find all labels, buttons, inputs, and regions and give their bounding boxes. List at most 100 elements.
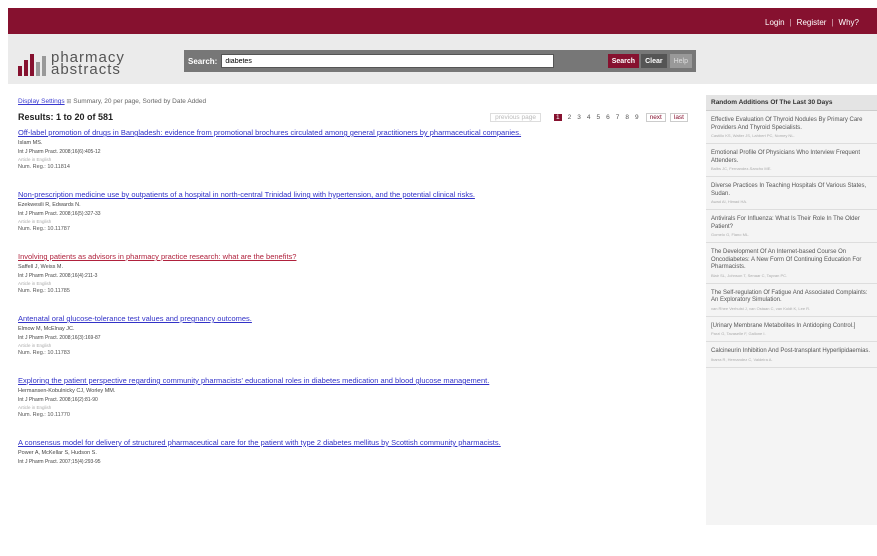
sidebar-item-authors: Gomelo G, Flano ML. xyxy=(711,232,750,237)
last-page-button[interactable]: last xyxy=(669,112,688,122)
result-language: Article in English xyxy=(18,219,52,224)
result-citation: Int J Pharm Pract. 2008;16(6):405-12 xyxy=(18,149,101,155)
result-authors: Islam MS. xyxy=(18,140,43,146)
result-item: Non-prescription medicine use by outpati… xyxy=(18,190,688,232)
result-reg-number: Num. Reg.: 10.11814 xyxy=(18,164,70,170)
help-button[interactable]: Help xyxy=(669,54,692,68)
sidebar-item-authors: Awad AI, Himad HA. xyxy=(711,199,748,204)
sidebar-item[interactable]: Calcineurin Inhibition And Post-transpla… xyxy=(706,342,877,368)
result-authors: Hermansen-Kobulnicky CJ, Worley MM. xyxy=(18,388,116,394)
result-language: Article in English xyxy=(18,281,52,286)
sidebar-item-authors: Blair SL, Johnson T, Senaar C, Tayvan PC… xyxy=(711,272,788,278)
page-link[interactable]: 2 xyxy=(568,114,572,121)
result-citation: Int J Pharm Pract. 2007;15(4):293-95 xyxy=(18,459,101,465)
results-header: Results: 1 to 20 of 581 previous page 1 … xyxy=(18,112,688,122)
sidebar-item[interactable]: Emotional Profile Of Physicians Who Inte… xyxy=(706,144,877,177)
search-label: Search: xyxy=(188,56,218,66)
top-links: Login | Register | Why? xyxy=(765,18,859,27)
result-title-link[interactable]: Involving patients as advisors in pharma… xyxy=(18,252,688,261)
prev-page-button[interactable]: previous page xyxy=(490,112,541,122)
separator: | xyxy=(789,18,792,27)
result-authors: Power A, McKellar S, Hudson S. xyxy=(18,450,97,456)
site-logo[interactable]: pharmacy abstracts xyxy=(18,46,125,78)
results-count: Results: 1 to 20 of 581 xyxy=(18,112,114,122)
result-language: Article in English xyxy=(18,405,52,410)
result-authors: Saffell J, Weiss M. xyxy=(18,264,64,270)
sidebar-item-authors: Castillo KS, Walter JS, Lahbert PC, Nome… xyxy=(711,133,795,138)
result-citation: Int J Pharm Pract. 2008;16(2):81-90 xyxy=(18,397,98,403)
result-item: A consensus model for delivery of struct… xyxy=(18,438,688,465)
sidebar-item[interactable]: Effective Evaluation Of Thyroid Nodules … xyxy=(706,111,877,144)
result-reg-number: Num. Reg.: 10.11770 xyxy=(18,412,70,418)
header: pharmacy abstracts Search: Search Clear … xyxy=(8,34,877,84)
display-settings: Display Settings ⊞ Summary, 20 per page,… xyxy=(18,98,688,105)
results-list: Off-label promotion of drugs in Banglade… xyxy=(18,128,688,465)
result-title-link[interactable]: Antenatal oral glucose-tolerance test va… xyxy=(18,314,688,323)
sidebar-item[interactable]: Antivirals For Influenza: What Is Their … xyxy=(706,210,877,243)
pagination: previous page 1 2 3 4 5 6 7 8 9 next las… xyxy=(490,112,688,122)
sidebar-item-title[interactable]: Diverse Practices In Teaching Hospitals … xyxy=(711,183,872,198)
page-link[interactable]: 4 xyxy=(587,114,591,121)
result-title-link[interactable]: A consensus model for delivery of struct… xyxy=(18,438,688,447)
logo-line2: abstracts xyxy=(51,61,121,78)
page-link[interactable]: 9 xyxy=(635,114,639,121)
result-item: Involving patients as advisors in pharma… xyxy=(18,252,688,294)
search-bar: Search: Search Clear Help xyxy=(184,50,696,72)
sidebar-list: Effective Evaluation Of Thyroid Nodules … xyxy=(706,111,877,368)
sidebar-item-title[interactable]: Calcineurin Inhibition And Post-transpla… xyxy=(711,348,872,356)
sidebar-item[interactable]: Diverse Practices In Teaching Hospitals … xyxy=(706,177,877,210)
result-citation: Int J Pharm Pract. 2008;16(4):211-3 xyxy=(18,273,98,279)
random-additions-sidebar: Random Additions Of The Last 30 Days Eff… xyxy=(706,95,877,525)
separator: | xyxy=(831,18,834,27)
display-summary: Summary, 20 per page, Sorted by Date Add… xyxy=(73,98,207,105)
logo-bars-icon xyxy=(18,54,46,76)
result-title-link[interactable]: Non-prescription medicine use by outpati… xyxy=(18,190,688,199)
sidebar-item[interactable]: The Development Of An Internet-based Cou… xyxy=(706,243,877,284)
result-title-link[interactable]: Exploring the patient perspective regard… xyxy=(18,376,688,385)
results-panel: Display Settings ⊞ Summary, 20 per page,… xyxy=(18,98,688,485)
next-page-button[interactable]: next xyxy=(645,112,666,122)
result-item: Antenatal oral glucose-tolerance test va… xyxy=(18,314,688,356)
logo-text: pharmacy abstracts xyxy=(51,50,125,78)
result-reg-number: Num. Reg.: 10.11787 xyxy=(18,226,70,232)
page-link[interactable]: 8 xyxy=(625,114,629,121)
result-citation: Int J Pharm Pract. 2008;16(3):169-87 xyxy=(18,335,101,341)
why-link[interactable]: Why? xyxy=(839,18,859,27)
result-item: Off-label promotion of drugs in Banglade… xyxy=(18,128,688,170)
sidebar-item-authors: Ibarra R, Hernandez C, Valdeira A. xyxy=(711,356,773,362)
result-authors: Ezekwesili R, Edwards N. xyxy=(18,202,81,208)
sidebar-item-title[interactable]: [Urinary Membrane Metabolites In Antidop… xyxy=(711,323,872,331)
page-link[interactable]: 6 xyxy=(606,114,610,121)
login-link[interactable]: Login xyxy=(765,18,785,27)
sidebar-item[interactable]: [Urinary Membrane Metabolites In Antidop… xyxy=(706,317,877,342)
sidebar-item-authors: Balbs JC, Fernandez-Sancho ME. xyxy=(711,166,772,171)
sidebar-item-title[interactable]: The Self-regulation Of Fatigue And Assoc… xyxy=(711,290,872,305)
sidebar-item-authors: van Rhee Verhulst J, van Ostaan C, van K… xyxy=(711,305,811,311)
result-reg-number: Num. Reg.: 10.11783 xyxy=(18,350,70,356)
result-language: Article in English xyxy=(18,157,52,162)
top-bar: Login | Register | Why? xyxy=(8,8,877,34)
clear-button[interactable]: Clear xyxy=(641,54,667,68)
page-link[interactable]: 3 xyxy=(577,114,581,121)
sidebar-heading: Random Additions Of The Last 30 Days xyxy=(706,95,877,111)
result-title-link[interactable]: Off-label promotion of drugs in Banglade… xyxy=(18,128,688,137)
page-link-current[interactable]: 1 xyxy=(553,113,562,121)
sidebar-item-title[interactable]: The Development Of An Internet-based Cou… xyxy=(711,249,872,272)
result-authors: Elmow M, McElnay JC. xyxy=(18,326,75,332)
result-reg-number: Num. Reg.: 10.11785 xyxy=(18,288,70,294)
sidebar-item[interactable]: The Self-regulation Of Fatigue And Assoc… xyxy=(706,284,877,317)
sidebar-item-title[interactable]: Effective Evaluation Of Thyroid Nodules … xyxy=(711,117,872,132)
sidebar-item-title[interactable]: Emotional Profile Of Physicians Who Inte… xyxy=(711,150,872,165)
sidebar-item-authors: Parzi G, Tavaselle F, Gallone I. xyxy=(711,331,766,336)
register-link[interactable]: Register xyxy=(797,18,827,27)
result-citation: Int J Pharm Pract. 2008;16(5):327-33 xyxy=(18,211,101,217)
result-language: Article in English xyxy=(18,343,52,348)
page-link[interactable]: 5 xyxy=(596,114,600,121)
settings-icon[interactable]: ⊞ xyxy=(66,99,71,105)
display-settings-link[interactable]: Display Settings xyxy=(18,98,65,105)
result-item: Exploring the patient perspective regard… xyxy=(18,376,688,418)
sidebar-item-title[interactable]: Antivirals For Influenza: What Is Their … xyxy=(711,216,872,231)
search-button[interactable]: Search xyxy=(607,54,640,68)
page-link[interactable]: 7 xyxy=(616,114,620,121)
search-input[interactable] xyxy=(221,54,554,68)
